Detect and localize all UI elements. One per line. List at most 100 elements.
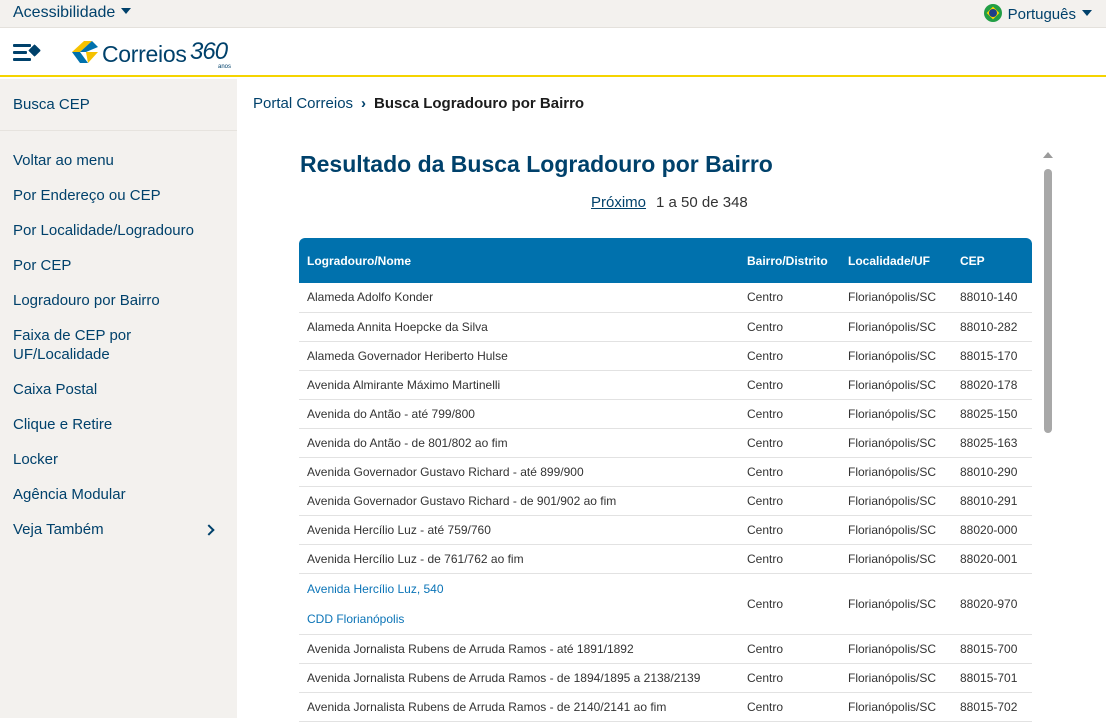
cell-localidade: Florianópolis/SC <box>840 399 952 429</box>
menu-toggle-icon[interactable] <box>13 44 41 62</box>
cell-cep: 88020-178 <box>952 370 1032 400</box>
cell-bairro: Centro <box>739 515 840 545</box>
content-scrollbar[interactable] <box>1040 150 1056 718</box>
language-selector[interactable]: Português <box>983 4 1092 23</box>
pagination: Próximo 1 a 50 de 348 <box>591 194 748 211</box>
cell-bairro: Centro <box>739 399 840 429</box>
sidebar-divider <box>0 130 237 131</box>
column-header-logradouro: Logradouro/Nome <box>307 253 411 268</box>
cell-bairro: Centro <box>739 486 840 516</box>
sidebar-item-faixa-cep[interactable]: Faixa de CEP por UF/Localidade <box>13 326 163 364</box>
table-row: Avenida Jornalista Rubens de Arruda Ramo… <box>299 634 1032 664</box>
header: Correios 360 anos <box>0 29 1106 77</box>
table-row: Avenida Hercílio Luz, 540 CDD Florianópo… <box>299 573 1032 635</box>
breadcrumb-separator-icon: › <box>361 95 367 112</box>
cell-localidade: Florianópolis/SC <box>840 370 952 400</box>
table-row: Alameda Adolfo Konder Centro Florianópol… <box>299 283 1032 313</box>
table-row: Avenida Hercílio Luz - até 759/760 Centr… <box>299 515 1032 545</box>
logo-subtitle: anos <box>218 64 232 70</box>
sidebar-item-endereco-cep[interactable]: Por Endereço ou CEP <box>13 186 213 205</box>
breadcrumb-current: Busca Logradouro por Bairro <box>374 95 585 112</box>
cell-bairro: Centro <box>739 370 840 400</box>
cell-logradouro: Avenida Jornalista Rubens de Arruda Ramo… <box>299 692 739 722</box>
logo-wordmark: Correios <box>102 41 187 67</box>
next-page-link[interactable]: Próximo <box>591 194 646 211</box>
cell-cep: 88020-000 <box>952 515 1032 545</box>
column-header-bairro: Bairro/Distrito <box>747 253 828 268</box>
sidebar-item-clique-retire[interactable]: Clique e Retire <box>13 415 213 434</box>
sidebar-item-voltar[interactable]: Voltar ao menu <box>13 151 213 170</box>
cell-localidade: Florianópolis/SC <box>840 692 952 722</box>
cell-bairro: Centro <box>739 573 840 635</box>
table-row: Avenida do Antão - de 801/802 ao fim Cen… <box>299 428 1032 458</box>
scroll-up-arrow-icon[interactable] <box>1043 152 1053 158</box>
cell-bairro: Centro <box>739 312 840 342</box>
cell-bairro: Centro <box>739 663 840 693</box>
cell-cep: 88020-970 <box>952 573 1032 635</box>
cell-bairro: Centro <box>739 634 840 664</box>
column-header-cep: CEP <box>960 253 985 268</box>
cell-localidade: Florianópolis/SC <box>840 663 952 693</box>
cell-bairro: Centro <box>739 428 840 458</box>
cell-cep: 88015-701 <box>952 663 1032 693</box>
cell-logradouro: Avenida Jornalista Rubens de Arruda Ramo… <box>299 663 739 693</box>
cell-logradouro-link[interactable]: Avenida Hercílio Luz, 540 <box>307 574 731 604</box>
sidebar-item-caixa-postal[interactable]: Caixa Postal <box>13 380 213 399</box>
cell-localidade: Florianópolis/SC <box>840 573 952 635</box>
sidebar-item-localidade-logradouro[interactable]: Por Localidade/Logradouro <box>13 221 213 240</box>
logo-360: 360 <box>190 38 228 65</box>
cell-logradouro: Avenida do Antão - até 799/800 <box>299 399 739 429</box>
sidebar-item-cep[interactable]: Por CEP <box>13 256 213 275</box>
cell-cep: 88025-150 <box>952 399 1032 429</box>
cell-cep: 88010-290 <box>952 457 1032 487</box>
scroll-thumb[interactable] <box>1044 169 1052 433</box>
result-range: 1 a 50 de 348 <box>656 194 748 211</box>
sidebar-item-agencia-modular[interactable]: Agência Modular <box>13 485 213 504</box>
table-row: Alameda Governador Heriberto Hulse Centr… <box>299 341 1032 371</box>
cell-localidade: Florianópolis/SC <box>840 634 952 664</box>
cell-logradouro: Avenida Jornalista Rubens de Arruda Ramo… <box>299 634 739 664</box>
column-header-localidade: Localidade/UF <box>848 253 931 268</box>
cell-cep: 88020-001 <box>952 544 1032 574</box>
sidebar-item-locker[interactable]: Locker <box>13 450 213 469</box>
cell-localidade: Florianópolis/SC <box>840 544 952 574</box>
table-row: Avenida Almirante Máximo Martinelli Cent… <box>299 370 1032 400</box>
top-bar: Acessibilidade Português <box>0 0 1106 28</box>
breadcrumb: Portal Correios › Busca Logradouro por Bai… <box>253 95 584 112</box>
cell-bairro: Centro <box>739 457 840 487</box>
sidebar-item-veja-tambem[interactable]: Veja Também <box>13 520 213 539</box>
sidebar: Busca CEP Voltar ao menu Por Endereço ou… <box>0 79 237 718</box>
cell-logradouro: Avenida Hercílio Luz, 540 CDD Florianópo… <box>299 573 739 635</box>
table-row: Avenida Jornalista Rubens de Arruda Ramo… <box>299 692 1032 722</box>
brazil-flag-icon <box>983 4 1002 22</box>
cell-cep: 88025-163 <box>952 428 1032 458</box>
cell-unit-link[interactable]: CDD Florianópolis <box>307 604 731 634</box>
cell-logradouro: Avenida do Antão - de 801/802 ao fim <box>299 428 739 458</box>
cell-localidade: Florianópolis/SC <box>840 457 952 487</box>
cell-logradouro: Avenida Hercílio Luz - até 759/760 <box>299 515 739 545</box>
breadcrumb-home-link[interactable]: Portal Correios <box>253 95 353 112</box>
table-header-row: Logradouro/Nome Bairro/Distrito Localida… <box>299 238 1032 283</box>
cell-logradouro: Avenida Governador Gustavo Richard - de … <box>299 486 739 516</box>
cell-cep: 88010-291 <box>952 486 1032 516</box>
cell-cep: 88010-140 <box>952 283 1032 313</box>
cell-bairro: Centro <box>739 283 840 313</box>
cell-bairro: Centro <box>739 692 840 722</box>
table-row: Avenida Hercílio Luz - de 761/762 ao fim… <box>299 544 1032 574</box>
cell-cep: 88015-700 <box>952 634 1032 664</box>
cell-bairro: Centro <box>739 544 840 574</box>
cell-localidade: Florianópolis/SC <box>840 428 952 458</box>
sidebar-title[interactable]: Busca CEP <box>13 96 90 113</box>
correios-logo-icon <box>72 41 98 63</box>
cell-cep: 88015-170 <box>952 341 1032 371</box>
sidebar-item-logradouro-bairro[interactable]: Logradouro por Bairro <box>13 291 213 310</box>
cell-localidade: Florianópolis/SC <box>840 515 952 545</box>
cell-cep: 88015-702 <box>952 692 1032 722</box>
cell-localidade: Florianópolis/SC <box>840 312 952 342</box>
cell-logradouro: Avenida Governador Gustavo Richard - até… <box>299 457 739 487</box>
accessibility-label: Acessibilidade <box>13 4 116 21</box>
cell-localidade: Florianópolis/SC <box>840 486 952 516</box>
accessibility-menu[interactable]: Acessibilidade <box>13 4 132 22</box>
cell-logradouro: Alameda Adolfo Konder <box>299 283 739 313</box>
cell-cep: 88010-282 <box>952 312 1032 342</box>
